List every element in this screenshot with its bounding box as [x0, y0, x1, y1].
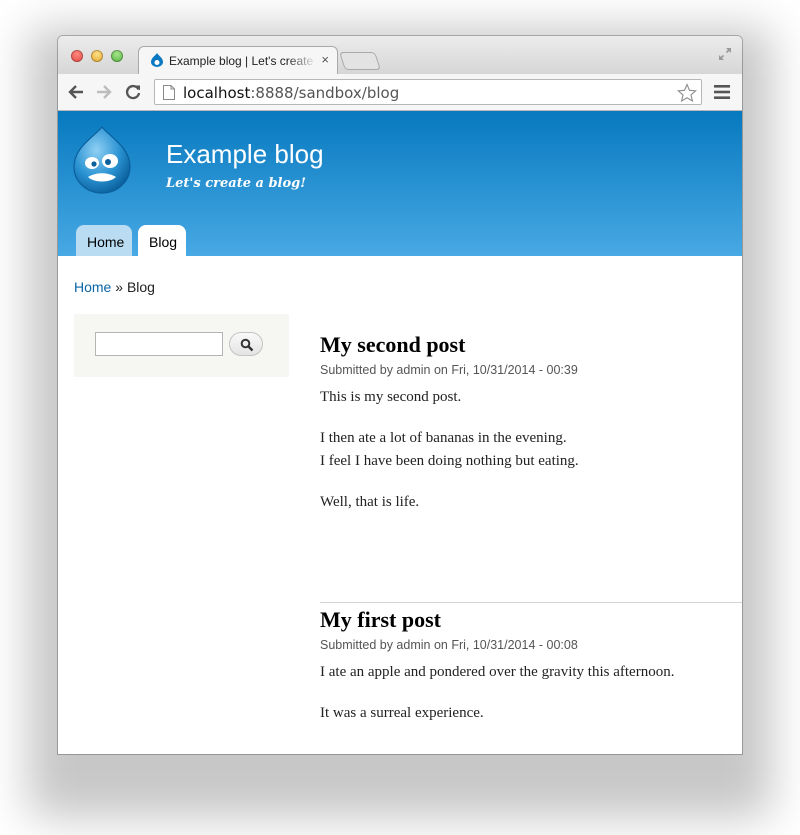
close-window-button[interactable]	[71, 50, 83, 62]
breadcrumb-separator: »	[111, 279, 127, 295]
web-page: Example blog Let's create a blog! Home B…	[58, 111, 742, 754]
tab-bar: Example blog | Let's create a blog! ×	[58, 36, 742, 74]
back-arrow-icon[interactable]	[67, 83, 85, 101]
minimize-window-button[interactable]	[91, 50, 103, 62]
forward-arrow-icon[interactable]	[95, 83, 113, 101]
post-submitted: Submitted by admin on Fri, 10/31/2014 - …	[320, 363, 578, 377]
post-title[interactable]: My second post	[320, 331, 742, 359]
site-slogan: Let's create a blog!	[166, 176, 306, 191]
drupal-logo-icon[interactable]	[70, 125, 134, 195]
post-title[interactable]: My first post	[320, 606, 742, 634]
nav-tab-home[interactable]: Home	[76, 225, 132, 256]
browser-toolbar: localhost:8888/sandbox/blog	[58, 74, 742, 111]
nav-tab-blog[interactable]: Blog	[138, 225, 186, 256]
address-bar[interactable]: localhost:8888/sandbox/blog	[154, 79, 702, 105]
blog-post: My second post Submitted by admin on Fri…	[320, 331, 742, 514]
search-button[interactable]	[229, 332, 263, 356]
fullscreen-icon[interactable]	[718, 47, 732, 61]
tab-title: Example blog | Let's create a blog!	[169, 54, 317, 68]
new-tab-button[interactable]	[339, 52, 381, 70]
zoom-window-button[interactable]	[111, 50, 123, 62]
browser-window: Example blog | Let's create a blog! × lo…	[58, 36, 742, 754]
menu-icon[interactable]	[714, 85, 730, 99]
search-icon	[240, 338, 254, 352]
post-paragraph: I ate an apple and pondered over the gra…	[320, 664, 675, 680]
post-paragraph: This is my second post.	[320, 389, 462, 405]
post-divider	[320, 602, 742, 603]
site-name[interactable]: Example blog	[166, 139, 324, 170]
browser-tab[interactable]: Example blog | Let's create a blog! ×	[138, 46, 338, 74]
post-paragraph: I then ate a lot of bananas in the eveni…	[320, 430, 579, 469]
reload-icon[interactable]	[124, 83, 142, 101]
url-text: localhost:8888/sandbox/blog	[183, 84, 400, 102]
breadcrumb-current: Blog	[126, 279, 155, 295]
page-icon	[163, 85, 175, 100]
post-paragraph: It was a surreal experience.	[320, 705, 484, 721]
blog-post: My first post Submitted by admin on Fri,…	[320, 606, 742, 725]
tab-close-icon[interactable]: ×	[321, 52, 329, 67]
post-submitted: Submitted by admin on Fri, 10/31/2014 - …	[320, 638, 578, 652]
breadcrumb: Home » Blog	[74, 279, 155, 295]
search-input[interactable]	[95, 332, 223, 356]
bookmark-star-icon[interactable]	[677, 83, 697, 103]
breadcrumb-home-link[interactable]: Home	[74, 279, 111, 295]
site-header: Example blog Let's create a blog! Home B…	[58, 111, 742, 256]
drupal-favicon-icon	[151, 53, 163, 67]
post-paragraph: Well, that is life.	[320, 494, 420, 510]
sidebar-search-block	[74, 314, 289, 377]
